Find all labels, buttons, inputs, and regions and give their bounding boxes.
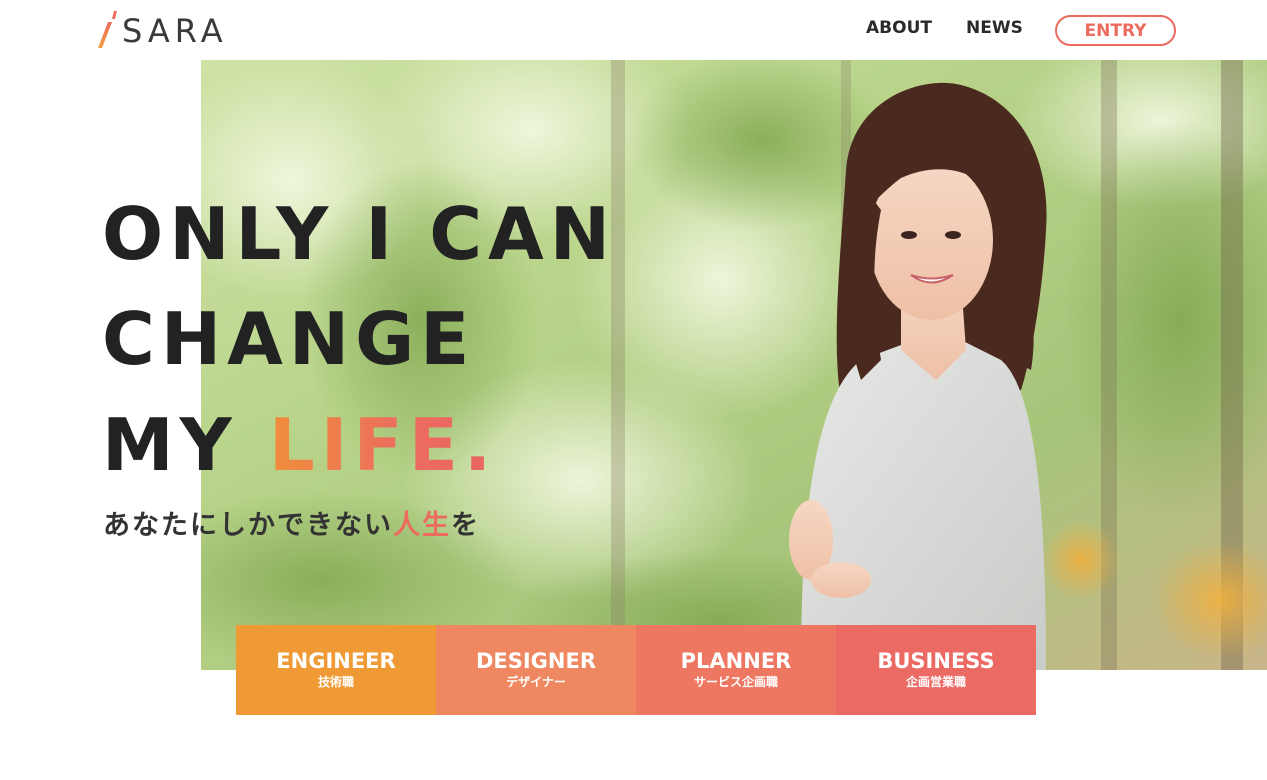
job-category-tiles: ENGINEER 技術職 DESIGNER デザイナー PLANNER サービス… (236, 625, 1036, 715)
tile-designer[interactable]: DESIGNER デザイナー (436, 625, 636, 715)
hero-headline-accent: LIFE. (268, 403, 498, 487)
tile-planner[interactable]: PLANNER サービス企画職 (636, 625, 836, 715)
tile-subtitle: 企画営業職 (905, 675, 966, 689)
hero-headline-line1: ONLY I CAN (102, 192, 617, 276)
tile-subtitle: サービス企画職 (693, 675, 778, 689)
tile-title: BUSINESS (877, 649, 995, 673)
logo-text[interactable]: SARA (122, 11, 228, 51)
tile-title: PLANNER (680, 649, 792, 673)
tile-subtitle: デザイナー (506, 675, 566, 689)
hero-headline-line3-prefix: MY (102, 403, 269, 487)
page: SARA ABOUT NEWS ENTRY ONLY I CAN CHANGE … (0, 0, 1267, 780)
hero-headline-line3: MY LIFE. (102, 409, 497, 481)
tile-title: DESIGNER (475, 649, 597, 673)
tile-subtitle: 技術職 (317, 675, 354, 689)
entry-button[interactable]: ENTRY (1055, 15, 1176, 46)
hero-subheadline: あなたにしかできない人生を (103, 506, 480, 546)
hero-subheadline-accent: 人生 (393, 510, 451, 541)
tile-business[interactable]: BUSINESS 企画営業職 (836, 625, 1036, 715)
hero-subheadline-suffix: を (451, 510, 480, 541)
hero-headline-line2: CHANGE (102, 297, 476, 381)
tile-engineer[interactable]: ENGINEER 技術職 (236, 625, 436, 715)
nav-news-link[interactable]: NEWS (966, 16, 1023, 40)
tile-title: ENGINEER (276, 649, 396, 673)
nav-about-link[interactable]: ABOUT (866, 16, 932, 40)
hero-subheadline-prefix: あなたにしかできない (103, 510, 393, 541)
